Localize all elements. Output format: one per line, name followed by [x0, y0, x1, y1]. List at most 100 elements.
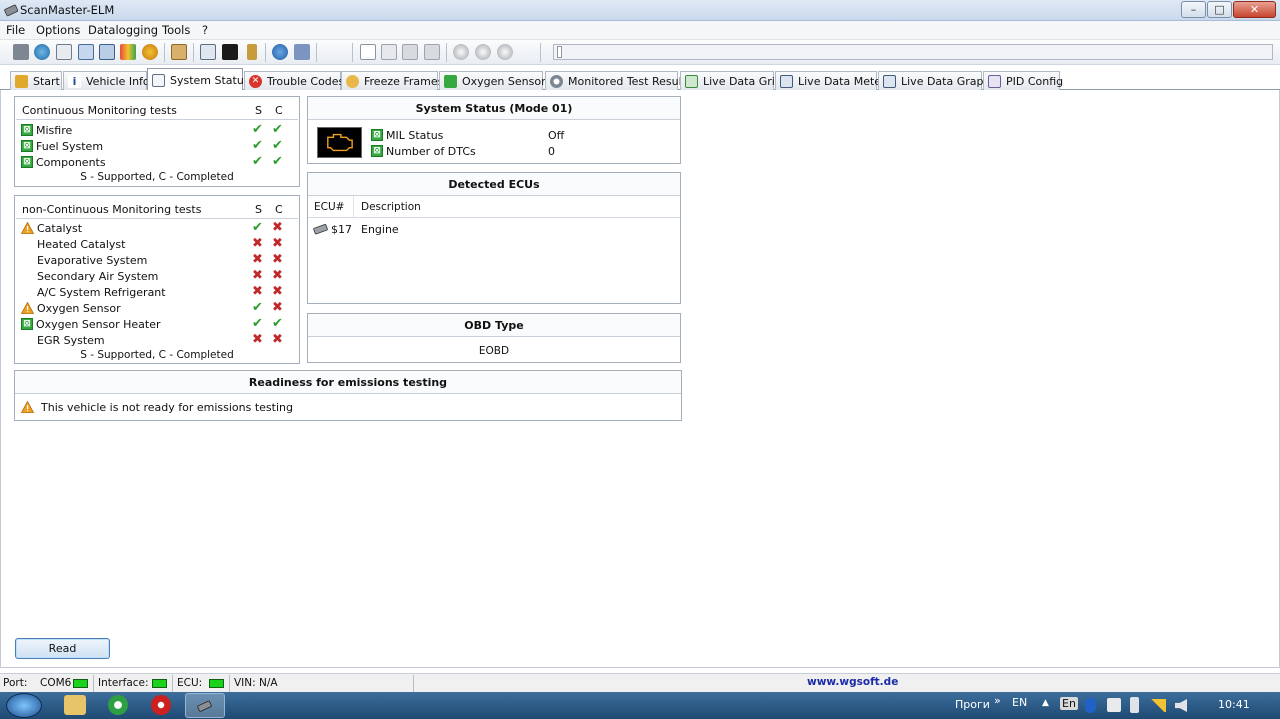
battery-icon[interactable]	[1130, 697, 1139, 713]
tab-live-data-graph[interactable]: Live Data Graph	[878, 71, 990, 90]
tab-oxygen-sensors[interactable]: Oxygen Sensors	[439, 71, 551, 90]
menu-options[interactable]: Options	[33, 23, 83, 37]
check-badge-icon: ⊠	[371, 129, 383, 141]
start-orb-icon[interactable]	[6, 693, 42, 718]
toolbar-separator	[164, 43, 165, 62]
title-bar: ScanMaster-ELM – □ ✕	[0, 0, 1280, 21]
programs-toolbar-label[interactable]: Проги	[955, 698, 990, 711]
table-row[interactable]: $17 Engine	[313, 221, 673, 237]
tray-expand-icon[interactable]: ▲	[1042, 698, 1049, 708]
status-separator	[93, 675, 94, 692]
website-link[interactable]: www.wgsoft.de	[807, 676, 898, 688]
globe-icon[interactable]	[34, 44, 50, 60]
minimize-button[interactable]: –	[1181, 1, 1206, 18]
supported-cross-icon: ✖	[252, 332, 263, 347]
media-icon[interactable]	[108, 695, 128, 715]
toolbar-separator	[446, 43, 447, 62]
check-badge-icon: ⊠	[21, 318, 33, 330]
ecu-description: Engine	[361, 222, 399, 236]
tab-live-data-meter[interactable]: Live Data Meter	[775, 71, 886, 90]
menu-file[interactable]: File	[3, 23, 28, 37]
play-icon[interactable]	[453, 44, 469, 60]
connect-icon[interactable]	[13, 44, 29, 60]
wifi-signal-icon[interactable]	[1150, 699, 1166, 712]
bluetooth-icon[interactable]	[1085, 698, 1096, 713]
ecu-label: ECU:	[177, 677, 203, 689]
menu-datalogging[interactable]: Datalogging	[85, 23, 161, 37]
continuous-list: ⊠ Misfire ✔ ✔ ⊠ Fuel System ✔ ✔ ⊠ Components …	[16, 119, 298, 185]
completed-cross-icon: ✖	[272, 332, 283, 347]
interface-led	[152, 679, 167, 688]
clock[interactable]: 10:41	[1218, 698, 1250, 711]
supported-check-icon: ✔	[252, 300, 263, 315]
pause-icon[interactable]	[475, 44, 491, 60]
menu-tools[interactable]: Tools	[159, 23, 193, 37]
col-completed: C	[275, 203, 283, 216]
tab-live-data-grid[interactable]: Live Data Grid	[680, 71, 782, 90]
noncontinuous-monitoring-panel: non-Continuous Monitoring tests S C Cata…	[14, 195, 300, 364]
keyboard-layout[interactable]: En	[1060, 697, 1078, 710]
list-item: Catalyst ✔ ✖	[21, 220, 296, 236]
safely-remove-icon[interactable]	[1107, 698, 1121, 712]
completed-cross-icon: ✖	[272, 252, 283, 267]
read-button[interactable]: Read	[15, 638, 110, 659]
explorer-icon[interactable]	[64, 695, 86, 715]
tab-trouble-codes[interactable]: ✕ Trouble Codes	[244, 71, 345, 90]
volume-icon[interactable]	[1175, 699, 1187, 712]
close-button[interactable]: ✕	[1233, 1, 1276, 18]
opera-icon[interactable]	[151, 695, 171, 715]
system-status-panel: System Status (Mode 01) ⊠ MIL Status Off …	[307, 96, 681, 164]
grid-icon[interactable]	[78, 44, 94, 60]
port-value: COM6	[40, 677, 72, 689]
tab-monitored-test-results[interactable]: Monitored Test Results	[545, 71, 692, 90]
stop-icon[interactable]	[497, 44, 513, 60]
toolbar-chevron[interactable]: »	[994, 694, 1001, 707]
tab-strip: Start i Vehicle Info System Status ✕ Troub…	[0, 68, 1280, 91]
noncontinuous-list: Catalyst ✔ ✖ Heated Catalyst ✖ ✖ Evaporati…	[16, 218, 298, 362]
status-separator	[172, 675, 173, 692]
language-indicator[interactable]: EN	[1012, 696, 1027, 709]
new-file-icon[interactable]	[360, 44, 376, 60]
terminal-icon[interactable]	[222, 44, 238, 60]
supported-check-icon: ✔	[252, 154, 263, 169]
slider-thumb[interactable]	[557, 46, 562, 58]
app-icon	[4, 4, 18, 17]
engine-outline-icon	[327, 133, 353, 152]
completed-cross-icon: ✖	[272, 300, 283, 315]
check-badge-icon: ⊠	[21, 124, 33, 136]
test-name: Evaporative System	[37, 253, 148, 267]
document-icon[interactable]	[56, 44, 72, 60]
list-item: EGR System ✖ ✖	[37, 332, 296, 348]
tab-system-status[interactable]: System Status	[147, 68, 250, 91]
check-engine-icon	[317, 127, 362, 158]
meter-icon[interactable]	[99, 44, 115, 60]
tab-start[interactable]: Start	[10, 71, 62, 90]
print-icon[interactable]	[424, 44, 440, 60]
tab-freeze-frames[interactable]: Freeze Frames	[341, 71, 443, 90]
tab-label: Freeze Frames	[364, 74, 444, 88]
tab-label: Trouble Codes	[267, 74, 345, 88]
sensor-icon[interactable]	[142, 44, 158, 60]
tab-vehicle-info[interactable]: i Vehicle Info	[63, 71, 150, 90]
continuous-title: Continuous Monitoring tests	[22, 104, 177, 117]
col-supported: S	[255, 104, 262, 117]
open-file-icon[interactable]	[381, 44, 397, 60]
obd-type-title: OBD Type	[308, 314, 680, 337]
tab-pid-config[interactable]: PID Config	[983, 71, 1063, 90]
house-icon	[15, 74, 28, 88]
save-icon[interactable]	[402, 44, 418, 60]
clipboard-icon[interactable]	[171, 44, 187, 60]
menu-help[interactable]: ?	[199, 23, 211, 37]
scanmaster-task[interactable]	[185, 693, 225, 718]
completed-cross-icon: ✖	[272, 268, 283, 283]
chat-icon[interactable]	[200, 44, 216, 60]
obd-type-panel: OBD Type EOBD	[307, 313, 681, 363]
info-icon[interactable]	[272, 44, 288, 60]
test-name: Heated Catalyst	[37, 237, 126, 251]
book-icon[interactable]	[294, 44, 310, 60]
battery-icon[interactable]	[247, 44, 257, 60]
readiness-message-row: This vehicle is not ready for emissions …	[21, 399, 621, 415]
maximize-button[interactable]: □	[1207, 1, 1232, 18]
progress-slider[interactable]	[553, 44, 1273, 60]
graph-icon[interactable]	[120, 44, 136, 60]
